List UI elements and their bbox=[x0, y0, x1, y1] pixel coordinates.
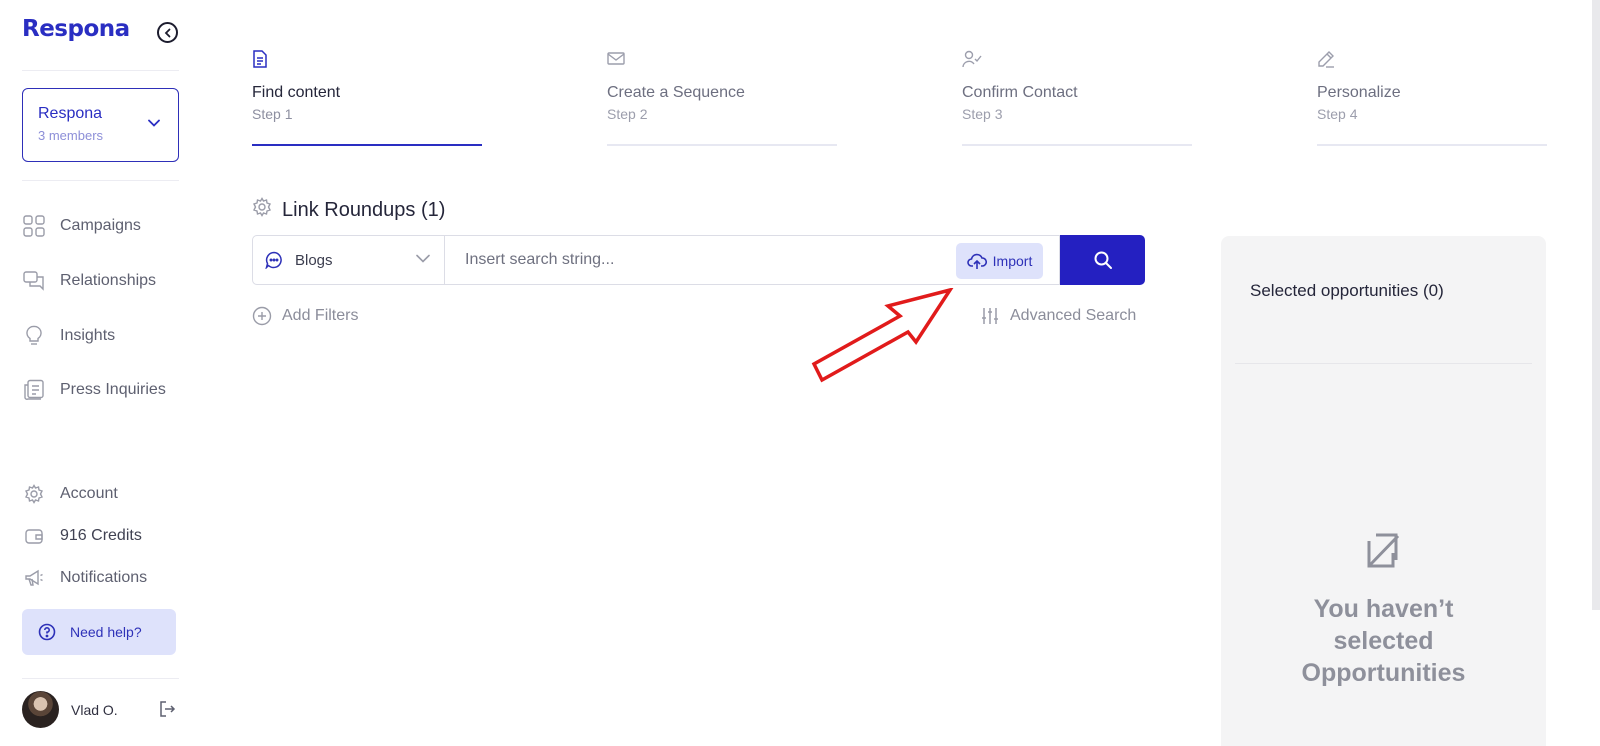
no-selection-icon bbox=[1366, 532, 1400, 575]
step-progress-line bbox=[962, 144, 1192, 146]
step-confirm-contact[interactable]: Confirm Contact Step 3 bbox=[962, 50, 1192, 146]
logo: Respona bbox=[22, 16, 130, 42]
step-find-content[interactable]: Find content Step 1 bbox=[252, 50, 482, 146]
logout-icon bbox=[160, 701, 176, 717]
grid-icon bbox=[22, 214, 46, 238]
advanced-search-button[interactable]: Advanced Search bbox=[980, 306, 1136, 326]
megaphone-icon bbox=[22, 566, 46, 590]
source-select[interactable]: Blogs bbox=[252, 235, 445, 285]
plus-circle-icon bbox=[252, 306, 272, 326]
chevron-left-icon bbox=[164, 28, 170, 37]
search-icon bbox=[1094, 251, 1112, 269]
nav-label: 916 Credits bbox=[60, 527, 142, 544]
nav-relationships[interactable]: Relationships bbox=[22, 269, 156, 293]
user-profile[interactable]: Vlad O. bbox=[22, 691, 118, 728]
divider bbox=[22, 678, 179, 679]
newspaper-icon bbox=[22, 378, 46, 402]
nav-press-inquiries[interactable]: Press Inquiries bbox=[22, 378, 166, 402]
gear-icon bbox=[22, 482, 46, 506]
scrollbar[interactable] bbox=[1592, 0, 1600, 610]
step-personalize[interactable]: Personalize Step 4 bbox=[1317, 50, 1547, 146]
workspace-selector[interactable]: Respona 3 members bbox=[22, 88, 179, 162]
nav-insights[interactable]: Insights bbox=[22, 324, 115, 348]
panel-title: Selected opportunities (0) bbox=[1250, 281, 1444, 300]
step-number: Step 1 bbox=[252, 106, 293, 122]
avatar bbox=[22, 691, 59, 728]
step-title: Personalize bbox=[1317, 84, 1401, 101]
chevron-down-icon bbox=[416, 254, 430, 263]
nav-label: Account bbox=[60, 485, 118, 502]
step-number: Step 4 bbox=[1317, 106, 1358, 122]
empty-state-text: You haven’t selected Opportunities bbox=[1301, 595, 1466, 687]
nav-label: Notifications bbox=[60, 569, 148, 586]
logout-button[interactable] bbox=[158, 700, 176, 723]
pencil-icon bbox=[1317, 50, 1547, 70]
step-title: Create a Sequence bbox=[607, 84, 745, 101]
question-icon bbox=[38, 623, 56, 641]
step-progress-line bbox=[252, 144, 482, 146]
step-progress-line bbox=[1317, 144, 1547, 146]
step-progress-line bbox=[607, 144, 837, 146]
settings-gear-icon[interactable] bbox=[252, 197, 272, 223]
workspace-members: 3 members bbox=[38, 128, 104, 143]
chat-bubble-icon bbox=[265, 251, 282, 269]
chat-icon bbox=[22, 269, 46, 293]
user-name: Vlad O. bbox=[71, 701, 118, 718]
nav-credits[interactable]: 916 Credits bbox=[22, 524, 142, 548]
step-title: Find content bbox=[252, 84, 341, 101]
step-create-sequence[interactable]: Create a Sequence Step 2 bbox=[607, 50, 837, 146]
nav-label: Insights bbox=[60, 327, 116, 344]
nav-notifications[interactable]: Notifications bbox=[22, 566, 147, 590]
envelope-icon bbox=[607, 50, 837, 70]
nav-campaigns[interactable]: Campaigns bbox=[22, 214, 141, 238]
wallet-icon bbox=[22, 524, 46, 548]
search-button[interactable] bbox=[1060, 235, 1145, 285]
source-select-value: Blogs bbox=[295, 251, 333, 269]
import-label: Import bbox=[992, 253, 1033, 269]
search-input[interactable] bbox=[445, 236, 925, 284]
selected-opportunities-panel: Selected opportunities (0) You haven’t s… bbox=[1221, 236, 1546, 746]
workspace-name: Respona bbox=[38, 105, 103, 122]
sidebar: Respona Respona 3 members Campaigns Rela… bbox=[0, 0, 198, 746]
chevron-down-icon bbox=[148, 119, 160, 127]
divider bbox=[1235, 363, 1532, 364]
step-number: Step 2 bbox=[607, 106, 648, 122]
nav-account[interactable]: Account bbox=[22, 482, 118, 506]
lightbulb-icon bbox=[22, 324, 46, 348]
search-bar: Blogs Import bbox=[252, 235, 1145, 285]
divider bbox=[22, 70, 179, 71]
sliders-icon bbox=[982, 308, 998, 324]
annotation-arrow bbox=[811, 288, 954, 383]
add-filters-button[interactable]: Add Filters bbox=[252, 306, 358, 326]
section-title: Link Roundups (1) bbox=[252, 197, 445, 223]
need-help-button[interactable]: Need help? bbox=[22, 609, 176, 655]
document-icon bbox=[252, 50, 482, 70]
nav-label: Relationships bbox=[60, 272, 157, 289]
collapse-sidebar-button[interactable] bbox=[157, 22, 178, 43]
cloud-upload-icon bbox=[966, 253, 987, 269]
advanced-search-label: Advanced Search bbox=[1010, 307, 1137, 324]
step-title: Confirm Contact bbox=[962, 84, 1078, 101]
nav-label: Press Inquiries bbox=[60, 381, 166, 398]
add-filters-label: Add Filters bbox=[282, 307, 359, 324]
divider bbox=[22, 180, 179, 181]
nav-label: Campaigns bbox=[60, 217, 141, 234]
search-field-wrapper: Import bbox=[445, 235, 1060, 285]
step-number: Step 3 bbox=[962, 106, 1003, 122]
section-title-label: Link Roundups (1) bbox=[282, 198, 446, 221]
need-help-label: Need help? bbox=[70, 624, 142, 640]
user-check-icon bbox=[962, 50, 1192, 70]
import-button[interactable]: Import bbox=[956, 243, 1043, 279]
